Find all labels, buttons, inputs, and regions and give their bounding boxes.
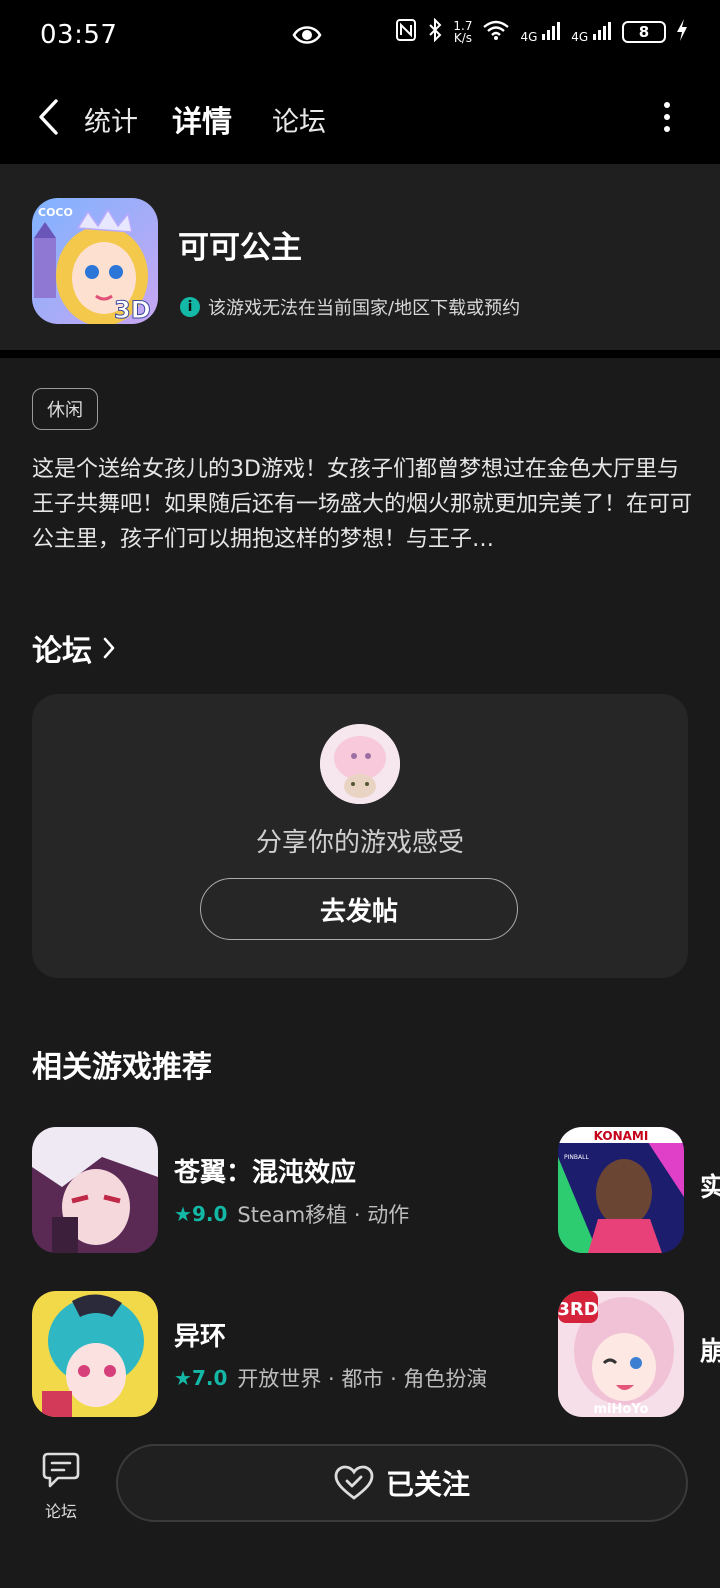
battery-level: 8 [638,23,650,41]
tab-forum[interactable]: 论坛 [272,100,326,139]
game-icon [32,1291,158,1417]
konami-label: KONAMI [594,1129,649,1143]
game-score: ★7.0 [174,1365,228,1390]
signal-bars-icon [593,21,611,40]
info-icon: i [180,297,200,317]
status-icons: 1.7 K/s 4G 4G 8 [395,17,688,46]
follow-label: 已关注 [385,1468,470,1501]
net-speed-unit: K/s [453,31,472,45]
net-speed: 1.7 K/s [453,20,472,44]
3rd-label: 3RD [558,1299,599,1320]
game-name: 苍翼：混沌效应 [174,1157,357,1188]
eye-icon [292,20,322,54]
game-icon [32,1127,158,1253]
forum-card: 分享你的游戏感受 去发帖 [32,694,688,978]
bottom-bar: 论坛 已关注 [0,1424,720,1588]
more-options-icon[interactable] [664,102,672,134]
chat-bubble-icon [42,1452,80,1488]
nfc-icon [395,18,417,46]
game-name: 异环 [174,1321,227,1352]
genre-tag[interactable]: 休闲 [32,388,98,430]
status-time: 03:57 [40,20,118,50]
3d-label: 3D [114,296,151,324]
app-header: COCO 3D 可可公主 i 该游戏无法在当前国家/地区下载或预约 [0,164,720,350]
tab-details[interactable]: 详情 [172,97,232,141]
chevron-right-icon [103,637,115,659]
notice-text: 该游戏无法在当前国家/地区下载或预约 [208,298,521,319]
game-name: 崩 [700,1336,720,1367]
forum-heading-label: 论坛 [32,634,92,669]
game-score-value: 7.0 [191,1365,228,1390]
game-name: 实 [700,1172,720,1203]
wifi-icon [482,19,510,45]
mihoyo-label: miHoYo [594,1402,649,1417]
battery-indicator: 8 [622,21,666,43]
bottom-forum-label: 论坛 [44,1502,77,1521]
bluetooth-icon [427,17,443,46]
signal-bars-icon [542,21,561,40]
heart-check-icon [334,1465,374,1500]
avatar [320,724,400,804]
section-divider [0,350,720,358]
related-game-card[interactable]: 3RD miHoYo 崩 [558,1291,720,1417]
app-title: 可可公主 [178,230,302,266]
status-bar: 03:57 1.7 K/s 4G 4G 8 [0,0,720,70]
game-score-value: 9.0 [191,1201,228,1226]
app-icon: COCO 3D [32,198,158,324]
follow-button[interactable]: 已关注 [116,1444,688,1522]
back-arrow-icon[interactable] [36,98,62,136]
signal-1: 4G [520,21,561,44]
tab-stats[interactable]: 统计 [84,100,138,139]
game-icon: KONAMI PINBALL [558,1127,684,1253]
bottom-forum-button[interactable]: 论坛 [36,1450,86,1522]
related-game-card[interactable]: 异环 ★7.0 开放世界 · 都市 · 角色扮演 [32,1291,487,1417]
game-score: ★9.0 [174,1201,228,1226]
coco-label: COCO [38,206,73,219]
app-description[interactable]: 这是个送给女孩儿的3D游戏！女孩子们都曾梦想过在金色大厅里与王子共舞吧！如果随后… [32,452,692,557]
related-game-card[interactable]: 苍翼：混沌效应 ★9.0 Steam移植 · 动作 [32,1127,409,1253]
share-prompt: 分享你的游戏感受 [255,828,464,858]
signal-2-label: 4G [571,29,589,44]
top-nav: 统计 详情 论坛 [0,70,720,164]
forum-section-heading[interactable]: 论坛 [32,626,116,670]
related-games-heading: 相关游戏推荐 [32,1050,212,1085]
signal-1-label: 4G [520,29,538,44]
availability-notice: i 该游戏无法在当前国家/地区下载或预约 [180,294,520,320]
create-post-button[interactable]: 去发帖 [200,878,518,940]
game-meta: Steam移植 · 动作 [237,1202,410,1227]
game-icon: 3RD miHoYo [558,1291,684,1417]
game-meta: 开放世界 · 都市 · 角色扮演 [237,1366,488,1391]
pinball-label: PINBALL [564,1154,589,1161]
signal-2: 4G [571,21,612,44]
charging-icon [676,19,688,45]
related-game-card[interactable]: KONAMI PINBALL 实 [558,1127,720,1253]
